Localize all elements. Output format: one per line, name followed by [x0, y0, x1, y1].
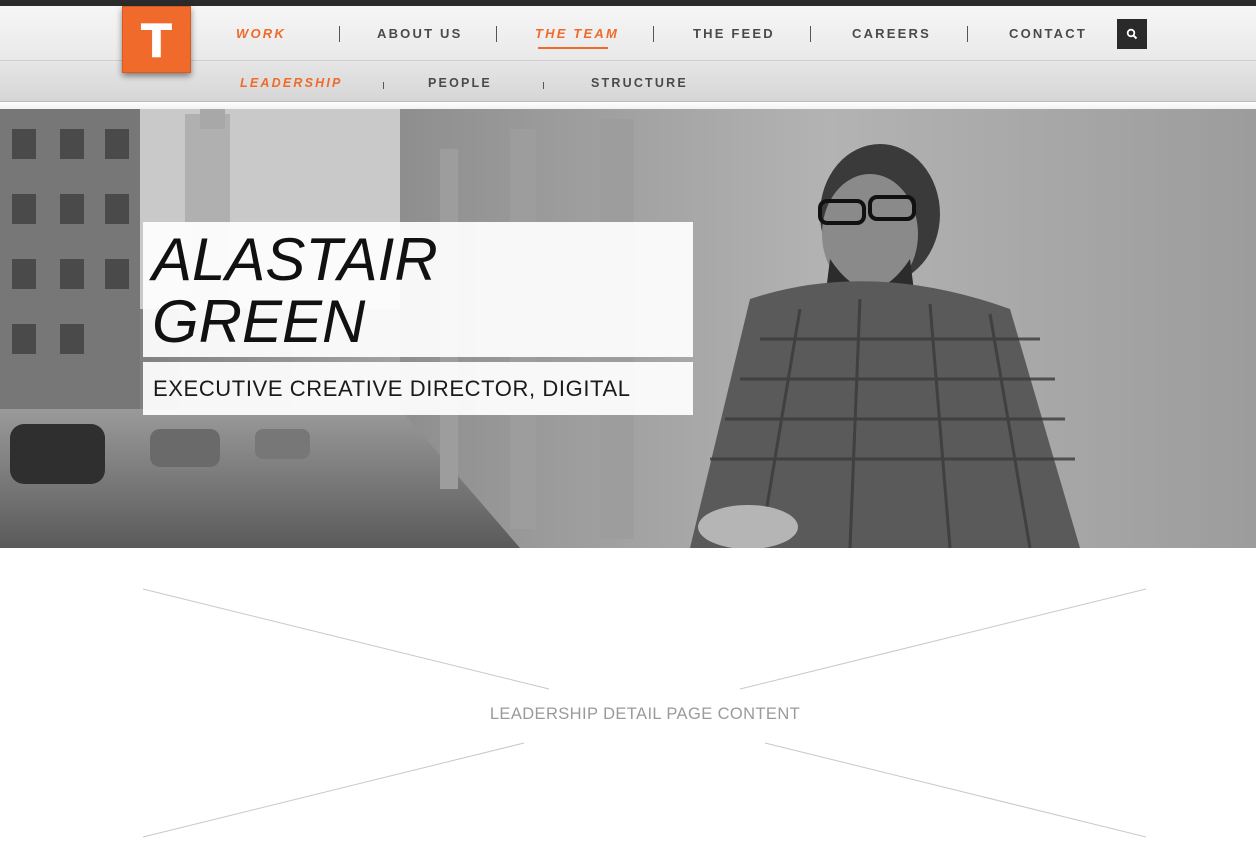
nav-divider: [0, 102, 1256, 109]
nav-contact[interactable]: CONTACT: [1009, 26, 1087, 44]
nav-about-us[interactable]: ABOUT US: [377, 26, 463, 44]
content-placeholder-label: LEADERSHIP DETAIL PAGE CONTENT: [489, 705, 801, 723]
nav-work[interactable]: WORK: [236, 26, 286, 44]
nav-separator: [967, 26, 968, 42]
nav-the-feed[interactable]: THE FEED: [693, 26, 775, 44]
logo[interactable]: T: [122, 6, 191, 73]
nav-the-team[interactable]: THE TEAM: [535, 26, 619, 44]
nav-separator: [339, 26, 340, 42]
search-button[interactable]: [1117, 19, 1147, 49]
subnav-separator: [383, 82, 384, 89]
person-last-name: GREEN: [152, 288, 366, 355]
subnav-separator: [543, 82, 544, 89]
person-job-title: EXECUTIVE CREATIVE DIRECTOR, DIGITAL: [153, 376, 631, 401]
subnav-leadership[interactable]: LEADERSHIP: [240, 76, 343, 92]
nav-separator: [653, 26, 654, 42]
placeholder-cross: [142, 588, 1147, 838]
nav-separator: [496, 26, 497, 42]
subnav-structure[interactable]: STRUCTURE: [591, 76, 688, 92]
name-card: ALASTAIR GREEN: [143, 222, 693, 357]
nav-separator: [810, 26, 811, 42]
logo-letter: T: [140, 13, 173, 68]
nav-careers[interactable]: CAREERS: [852, 26, 931, 44]
subnav-people[interactable]: PEOPLE: [428, 76, 492, 92]
nav-active-indicator: [538, 47, 608, 49]
person-first-name: ALASTAIR: [152, 226, 438, 293]
job-title-card: EXECUTIVE CREATIVE DIRECTOR, DIGITAL: [143, 362, 693, 415]
search-icon: [1126, 28, 1138, 40]
